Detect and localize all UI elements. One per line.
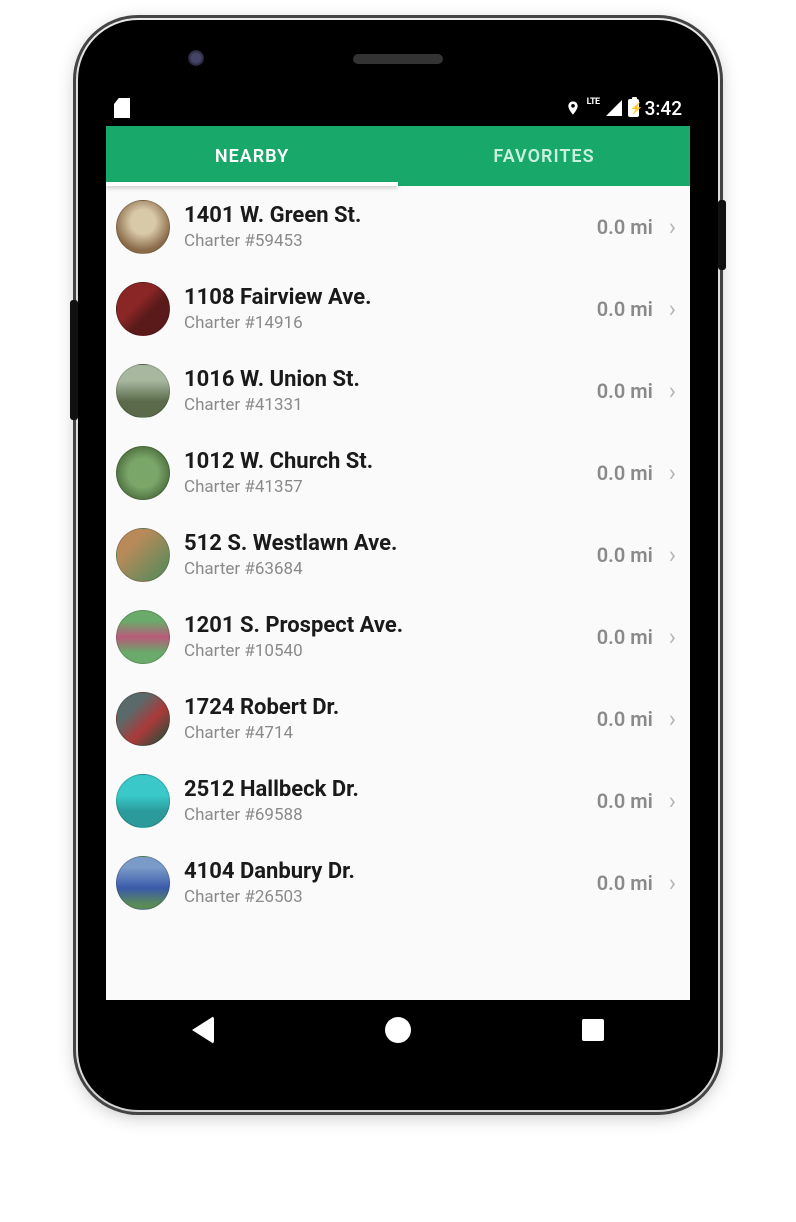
list-item-texts: 1724 Robert Dr.Charter #4714 [184, 695, 583, 743]
avatar [116, 282, 170, 336]
location-icon [565, 98, 581, 118]
list-item-texts: 1401 W. Green St.Charter #59453 [184, 203, 583, 251]
list-item-subtitle: Charter #41357 [184, 477, 583, 497]
list-item-title: 1012 W. Church St. [184, 449, 583, 475]
list-item[interactable]: 512 S. Westlawn Ave.Charter #63684 0.0 mi… [106, 514, 690, 596]
list-item-texts: 2512 Hallbeck Dr.Charter #69588 [184, 777, 583, 825]
battery-icon: ⚡ [628, 99, 639, 117]
avatar [116, 528, 170, 582]
list-item-title: 1016 W. Union St. [184, 367, 583, 393]
list-item[interactable]: 1016 W. Union St.Charter #41331 0.0 mi › [106, 350, 690, 432]
sd-card-icon [114, 98, 130, 118]
list-item[interactable]: 1724 Robert Dr.Charter #4714 0.0 mi › [106, 678, 690, 760]
list-item-subtitle: Charter #4714 [184, 723, 583, 743]
chevron-right-icon: › [669, 379, 676, 403]
list-item[interactable]: 1201 S. Prospect Ave.Charter #10540 0.0 m… [106, 596, 690, 678]
chevron-right-icon: › [669, 871, 676, 895]
list-item-subtitle: Charter #14916 [184, 313, 583, 333]
avatar [116, 856, 170, 910]
recent-button[interactable] [582, 1019, 604, 1041]
avatar [116, 364, 170, 418]
home-button[interactable] [385, 1017, 411, 1043]
volume-button [70, 300, 78, 420]
list-item-texts: 1201 S. Prospect Ave.Charter #10540 [184, 613, 583, 661]
list-item-distance: 0.0 mi [597, 789, 653, 813]
avatar [116, 774, 170, 828]
list-item-subtitle: Charter #41331 [184, 395, 583, 415]
list-item-distance: 0.0 mi [597, 297, 653, 321]
list-item-distance: 0.0 mi [597, 871, 653, 895]
list-item-title: 2512 Hallbeck Dr. [184, 777, 583, 803]
list-item[interactable]: 1401 W. Green St.Charter #59453 0.0 mi › [106, 186, 690, 268]
avatar [116, 200, 170, 254]
list-item-title: 1401 W. Green St. [184, 203, 583, 229]
list-item-texts: 512 S. Westlawn Ave.Charter #63684 [184, 531, 583, 579]
chevron-right-icon: › [669, 297, 676, 321]
tab-nearby[interactable]: NEARBY [106, 126, 398, 186]
tab-nearby-label: NEARBY [215, 146, 289, 167]
list-item[interactable]: 1012 W. Church St.Charter #41357 0.0 mi › [106, 432, 690, 514]
list-item[interactable]: 4104 Danbury Dr.Charter #26503 0.0 mi › [106, 842, 690, 924]
phone-camera [188, 50, 204, 66]
phone-speaker [353, 54, 443, 64]
chevron-right-icon: › [669, 789, 676, 813]
status-bar: LTE ⚡ 3:42 [106, 90, 690, 126]
list-item-title: 1108 Fairview Ave. [184, 285, 583, 311]
list-item-distance: 0.0 mi [597, 707, 653, 731]
list-item-distance: 0.0 mi [597, 215, 653, 239]
list-item-texts: 4104 Danbury Dr.Charter #26503 [184, 859, 583, 907]
chevron-right-icon: › [669, 215, 676, 239]
tab-favorites-label: FAVORITES [493, 146, 594, 167]
chevron-right-icon: › [669, 543, 676, 567]
list-item[interactable]: 1108 Fairview Ave.Charter #14916 0.0 mi › [106, 268, 690, 350]
tab-favorites[interactable]: FAVORITES [398, 126, 690, 186]
list-item-title: 1724 Robert Dr. [184, 695, 583, 721]
list-item-subtitle: Charter #69588 [184, 805, 583, 825]
clock: 3:42 [645, 97, 682, 120]
list-item-distance: 0.0 mi [597, 379, 653, 403]
avatar [116, 692, 170, 746]
list-item-texts: 1012 W. Church St.Charter #41357 [184, 449, 583, 497]
android-nav-bar [106, 1000, 690, 1060]
phone-frame: LTE ⚡ 3:42 NEARBY FAVORITES 1401 W. Gree… [78, 20, 718, 1110]
library-list[interactable]: 1401 W. Green St.Charter #594530.0 mi›11… [106, 186, 690, 1000]
avatar [116, 446, 170, 500]
list-item-subtitle: Charter #63684 [184, 559, 583, 579]
lte-label: LTE [587, 98, 600, 107]
chevron-right-icon: › [669, 461, 676, 485]
tab-bar: NEARBY FAVORITES [106, 126, 690, 186]
avatar [116, 610, 170, 664]
list-item[interactable]: 2512 Hallbeck Dr.Charter #69588 0.0 mi › [106, 760, 690, 842]
power-button [718, 200, 726, 270]
list-item-title: 4104 Danbury Dr. [184, 859, 583, 885]
screen: LTE ⚡ 3:42 NEARBY FAVORITES 1401 W. Gree… [106, 90, 690, 1060]
list-item-texts: 1108 Fairview Ave.Charter #14916 [184, 285, 583, 333]
list-item-subtitle: Charter #26503 [184, 887, 583, 907]
list-item-texts: 1016 W. Union St.Charter #41331 [184, 367, 583, 415]
list-item-title: 512 S. Westlawn Ave. [184, 531, 583, 557]
list-item-distance: 0.0 mi [597, 543, 653, 567]
chevron-right-icon: › [669, 707, 676, 731]
back-button[interactable] [192, 1016, 214, 1044]
list-item-distance: 0.0 mi [597, 461, 653, 485]
list-item-title: 1201 S. Prospect Ave. [184, 613, 583, 639]
chevron-right-icon: › [669, 625, 676, 649]
list-item-subtitle: Charter #59453 [184, 231, 583, 251]
list-item-subtitle: Charter #10540 [184, 641, 583, 661]
signal-icon [606, 100, 622, 116]
list-item-distance: 0.0 mi [597, 625, 653, 649]
